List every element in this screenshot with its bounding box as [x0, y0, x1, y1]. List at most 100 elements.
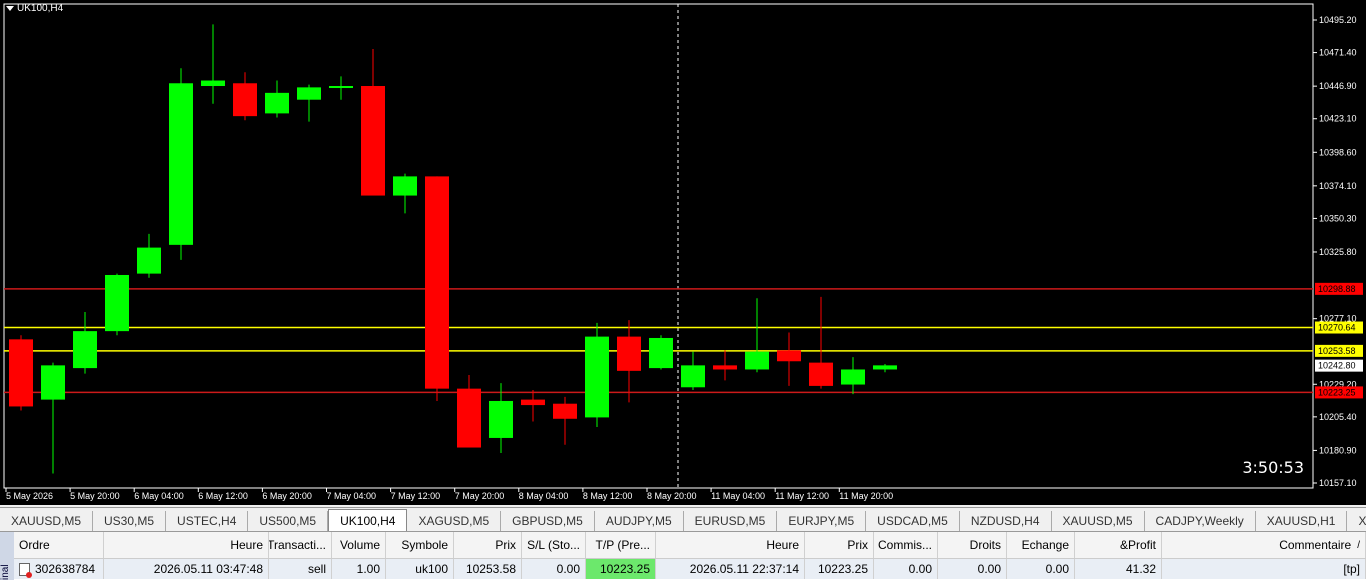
candle-body[interactable]	[105, 274, 129, 332]
column-header[interactable]: Transacti...	[269, 532, 332, 558]
column-header[interactable]: Heure	[656, 532, 805, 558]
candle-body[interactable]	[329, 86, 353, 89]
candle-body[interactable]	[681, 365, 705, 388]
order-document-icon	[19, 562, 32, 578]
candle-body[interactable]	[73, 331, 97, 369]
tab-audjpy-m5[interactable]: AUDJPY,M5	[595, 511, 684, 531]
table-cell-value: 0.00	[908, 562, 932, 576]
price-axis-label: 10180.90	[1319, 445, 1357, 455]
tab-eurusd-m5[interactable]: EURUSD,M5	[684, 511, 778, 531]
candle-body[interactable]	[425, 176, 449, 389]
candle-body[interactable]	[361, 86, 385, 196]
terminal-side-label[interactable]: inal	[0, 532, 14, 580]
candle-body[interactable]	[873, 365, 897, 370]
candle-body[interactable]	[9, 339, 33, 407]
table-cell-value: uk100	[415, 562, 448, 576]
tab-ustec-h4[interactable]: USTEC,H4	[166, 511, 249, 531]
candlestick-chart[interactable]: 10495.20 10471.40 10446.90 10423.10 10398.60…	[0, 0, 1366, 505]
candle-body[interactable]	[649, 337, 673, 369]
tab-xagusd-m5[interactable]: XAGUSD,M5	[407, 511, 502, 531]
price-axis-label: 10157.10	[1319, 478, 1357, 488]
candle-body[interactable]	[169, 83, 193, 245]
candle-body[interactable]	[809, 362, 833, 386]
candle-body[interactable]	[585, 336, 609, 418]
chart-area[interactable]: 10495.20 10471.40 10446.90 10423.10 10398.60…	[0, 0, 1366, 505]
time-axis-label: 6 May 04:00	[134, 491, 184, 501]
column-header-label: Prix	[495, 538, 516, 552]
table-cell: uk100	[386, 559, 454, 579]
table-cell-value: 302638784	[35, 562, 96, 576]
column-header-label: Droits	[969, 538, 1001, 552]
column-header[interactable]: Droits	[938, 532, 1007, 558]
candle-body[interactable]	[713, 365, 737, 370]
tab-xauusd-w[interactable]: XAUUSD,W	[1347, 511, 1366, 531]
column-header-label: Heure	[230, 538, 263, 552]
column-header-label: Symbole	[401, 538, 448, 552]
candle-body[interactable]	[297, 87, 321, 100]
candle-timer: 3:50:53	[1242, 458, 1304, 477]
column-header[interactable]: &Profit	[1075, 532, 1162, 558]
tab-gbpusd-m5[interactable]: GBPUSD,M5	[501, 511, 595, 531]
tab-cadjpy-weekly[interactable]: CADJPY,Weekly	[1145, 511, 1256, 531]
table-cell: 10223.25	[805, 559, 874, 579]
column-header-label: Echange	[1021, 538, 1069, 552]
tab-us500-m5[interactable]: US500,M5	[248, 511, 329, 531]
time-axis-label: 7 May 20:00	[455, 491, 505, 501]
chart-menu-triangle-icon[interactable]	[6, 6, 14, 11]
column-header[interactable]: Commentaire /	[1162, 532, 1366, 558]
column-header[interactable]: Commis...	[874, 532, 938, 558]
level-price-label: 10223.25	[1318, 387, 1356, 397]
column-header[interactable]: T/P (Pre...	[586, 532, 656, 558]
candle-body[interactable]	[553, 403, 577, 419]
tab-uk100-h4[interactable]: UK100,H4	[328, 509, 408, 531]
candle-body[interactable]	[137, 247, 161, 274]
table-cell-value: [tp]	[1343, 562, 1360, 576]
column-header[interactable]: Ordre	[14, 532, 104, 558]
candle-body[interactable]	[841, 369, 865, 385]
candle-body[interactable]	[617, 336, 641, 371]
level-price-label: 10253.58	[1318, 346, 1356, 356]
table-cell: 1.00	[332, 559, 386, 579]
column-header-label: Volume	[339, 538, 380, 552]
tab-usdcad-m5[interactable]: USDCAD,M5	[866, 511, 960, 531]
candle-body[interactable]	[489, 400, 513, 438]
candle-body[interactable]	[233, 83, 257, 117]
tab-xauusd-h1[interactable]: XAUUSD,H1	[1256, 511, 1348, 531]
tab-nzdusd-h4[interactable]: NZDUSD,H4	[960, 511, 1052, 531]
table-cell-value: 10253.58	[465, 562, 516, 576]
column-header[interactable]: S/L (Sto...	[522, 532, 586, 558]
table-cell: [tp]	[1162, 559, 1366, 579]
table-cell: 0.00	[874, 559, 938, 579]
tab-xauusd-m5[interactable]: XAUUSD,M5	[0, 511, 94, 531]
candle-body[interactable]	[777, 350, 801, 362]
table-cell-value: 10223.25	[599, 562, 650, 576]
candle-body[interactable]	[457, 388, 481, 448]
tab-xauusd-m5[interactable]: XAUUSD,M5	[1052, 511, 1145, 531]
column-header[interactable]: Heure	[104, 532, 269, 558]
tab-us30-m5[interactable]: US30,M5	[93, 511, 167, 531]
column-header[interactable]: Prix	[454, 532, 522, 558]
chart-symbol-label: UK100,H4	[17, 3, 64, 14]
candle-body[interactable]	[265, 92, 289, 114]
candle-body[interactable]	[745, 351, 769, 370]
tab-eurjpy-m5[interactable]: EURJPY,M5	[777, 511, 867, 531]
table-cell-value: 1.00	[356, 562, 380, 576]
plot-frame	[3, 3, 1314, 489]
candle-body[interactable]	[41, 365, 65, 400]
column-header[interactable]: Prix	[805, 532, 874, 558]
table-cell: 41.32	[1075, 559, 1162, 579]
table-row[interactable]: 302638784 2026.05.11 03:47:48 sell 1.00 uk10…	[14, 559, 1366, 579]
candle-body[interactable]	[521, 399, 545, 406]
table-cell: 2026.05.11 22:37:14	[656, 559, 805, 579]
time-axis-label: 8 May 12:00	[583, 491, 633, 501]
candle-body[interactable]	[201, 80, 225, 87]
column-header[interactable]: Symbole	[386, 532, 454, 558]
level-price-label: 10270.64	[1318, 323, 1356, 333]
level-price-label: 10242.80	[1318, 361, 1356, 371]
column-header[interactable]: Echange	[1007, 532, 1075, 558]
time-axis-label: 11 May 20:00	[839, 491, 893, 501]
table-cell: 302638784	[14, 559, 104, 579]
time-axis-label: 11 May 04:00	[711, 491, 765, 501]
column-header[interactable]: Volume	[332, 532, 386, 558]
candle-body[interactable]	[393, 176, 417, 196]
